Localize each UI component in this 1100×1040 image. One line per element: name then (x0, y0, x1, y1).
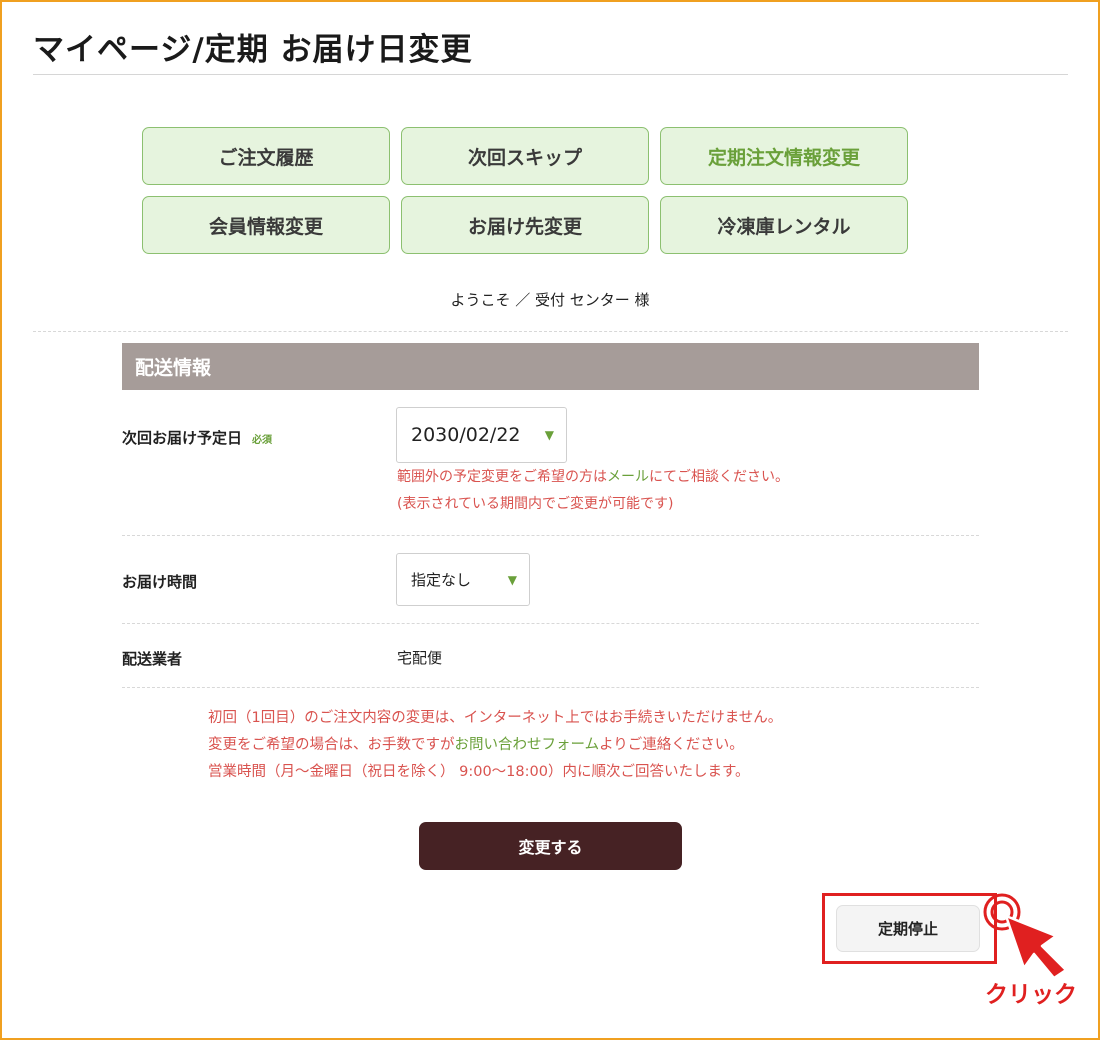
delivery-date-label: 次回お届け予定日 必須 (122, 427, 272, 448)
delivery-time-value: 指定なし (411, 571, 472, 589)
delivery-date-note-line1: 範囲外の予定変更をご希望の方はメールにてご相談ください。 (397, 469, 789, 485)
notice-line3: 営業時間（月～金曜日（祝日を除く） 9:00～18:00）内に順次ご回答いたしま… (208, 764, 750, 780)
row-divider (122, 687, 979, 688)
dropdown-arrow-icon: ▼ (507, 572, 517, 587)
dropdown-arrow-icon: ▼ (544, 428, 554, 442)
carrier-label: 配送業者 (122, 650, 183, 668)
delivery-date-note-line2: (表示されている期間内でご変更が可能です) (397, 496, 674, 512)
welcome-divider (33, 331, 1068, 332)
notice-line1: 初回（1回目）のご注文内容の変更は、インターネット上ではお手続きいただけません。 (208, 710, 783, 726)
row-divider (122, 535, 979, 536)
delivery-date-select[interactable]: 2030/02/22 ▼ (396, 407, 567, 463)
click-annotation-label: クリック (985, 982, 1077, 1008)
delivery-date-label-text: 次回お届け予定日 (122, 429, 243, 447)
stop-subscription-button[interactable]: 定期停止 (836, 905, 980, 952)
nav-delivery-address-button[interactable]: お届け先変更 (401, 196, 649, 254)
title-divider (33, 74, 1068, 75)
nav-member-info-button[interactable]: 会員情報変更 (142, 196, 390, 254)
required-badge: 必須 (252, 435, 273, 446)
delivery-date-value: 2030/02/22 (411, 424, 521, 446)
contact-form-link[interactable]: お問い合わせフォーム (455, 737, 600, 753)
delivery-time-select[interactable]: 指定なし ▼ (396, 553, 530, 606)
click-pointer-icon (983, 893, 1068, 980)
nav-next-skip-button[interactable]: 次回スキップ (401, 127, 649, 185)
notice-line2: 変更をご希望の場合は、お手数ですがお問い合わせフォームよりご連絡ください。 (208, 737, 744, 753)
mail-link[interactable]: メール (607, 469, 649, 485)
carrier-value: 宅配便 (397, 649, 443, 667)
welcome-text: ようこそ ／ 受付 センター 様 (450, 291, 650, 309)
section-header: 配送情報 (122, 343, 979, 390)
submit-change-button[interactable]: 変更する (419, 822, 682, 870)
row-divider (122, 623, 979, 624)
nav-order-history-button[interactable]: ご注文履歴 (142, 127, 390, 185)
change-notice: 初回（1回目）のご注文内容の変更は、インターネット上ではお手続きいただけません。… (208, 705, 782, 786)
nav-freezer-rental-button[interactable]: 冷凍庫レンタル (660, 196, 908, 254)
delivery-date-note: 範囲外の予定変更をご希望の方はメールにてご相談ください。 (表示されている期間内… (397, 464, 789, 518)
delivery-time-label: お届け時間 (122, 573, 198, 591)
mypage-nav: ご注文履歴 次回スキップ 定期注文情報変更 会員情報変更 お届け先変更 冷凍庫レ… (142, 127, 908, 254)
nav-subscription-change-button[interactable]: 定期注文情報変更 (660, 127, 908, 185)
page-title: マイページ/定期 お届け日変更 (33, 32, 473, 68)
